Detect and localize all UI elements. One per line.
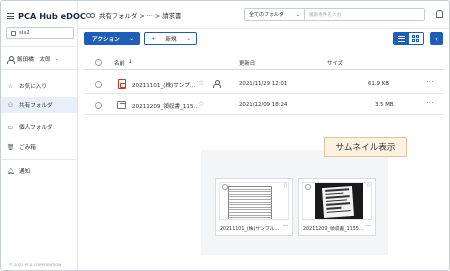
- card-checkbox[interactable]: [305, 184, 311, 190]
- thumbnail-card[interactable]: ☆ 20211101_(株)サンプル... ···: [215, 178, 293, 236]
- new-button[interactable]: + 新規 ⌄: [144, 32, 197, 45]
- file-updated: 2021/11/29 12:01: [239, 81, 288, 87]
- list-view-button[interactable]: [394, 33, 409, 44]
- image-file-icon: [117, 101, 126, 109]
- column-size[interactable]: サイズ: [327, 59, 343, 67]
- sidebar-item-notifications[interactable]: 🔔︎ 通知: [1, 163, 77, 179]
- trash-icon: 🗑︎: [6, 143, 15, 151]
- chevron-down-icon: ⌄: [129, 35, 134, 42]
- table-row[interactable]: 20211209_領収書_115... ☆ 2021/12/09 18:24 3…: [84, 96, 444, 115]
- pdf-file-icon: [118, 79, 126, 89]
- header: 共有フォルダ > ··· > 請求書 全てのフォルダ ⌄ 検索条件を入力: [78, 1, 449, 29]
- brand: PCA Hub eDOC: [7, 11, 86, 21]
- sort-arrow-icon[interactable]: ↓: [128, 59, 133, 65]
- chevron-down-icon: ⌄: [54, 56, 59, 62]
- new-button-label: 新規: [165, 36, 177, 43]
- receipt-photo: [315, 183, 363, 219]
- bell-icon: 🔔︎: [6, 167, 15, 175]
- action-button[interactable]: アクション ⌄: [84, 32, 140, 45]
- search-scope-label: 全てのフォルダ: [249, 12, 285, 18]
- favorite-star-icon[interactable]: ☆: [198, 79, 204, 87]
- notification-bell-icon[interactable]: [435, 10, 443, 18]
- tenant-icon: [11, 30, 16, 36]
- sidebar-item-label: 共有フォルダ: [19, 103, 53, 109]
- grid-view-icon: [412, 35, 420, 42]
- sidebar-item-label: お気に入り: [19, 84, 47, 90]
- card-file-name: 20211209_領収書_1155...: [303, 227, 364, 232]
- folder-icon: ▭: [7, 123, 14, 131]
- file-size: 3.5 MB: [375, 102, 394, 108]
- favorite-star-icon[interactable]: ☆: [366, 182, 371, 189]
- card-file-name: 20211101_(株)サンプル...: [220, 227, 279, 232]
- action-button-label: アクション: [92, 36, 120, 43]
- app-title: PCA Hub eDOC: [18, 11, 86, 21]
- grid-view-button[interactable]: [408, 33, 423, 44]
- column-name[interactable]: 名前: [114, 59, 125, 67]
- shared-folder-icon: ⚇: [7, 101, 14, 109]
- sidebar-divider: [1, 159, 77, 160]
- sidebar: PCA Hub eDOC sls2 飯田橋 太郎 ⌄ ☆ お気に入り ⚇ 共有フ…: [1, 1, 86, 270]
- sidebar-divider: [1, 46, 77, 47]
- file-name[interactable]: 20211209_領収書_115...: [132, 102, 199, 110]
- sidebar-item-label: ごみ箱: [19, 145, 36, 151]
- document-thumbnail: [219, 182, 289, 220]
- app-window: PCA Hub eDOC sls2 飯田橋 太郎 ⌄ ☆ お気に入り ⚇ 共有フ…: [0, 0, 450, 271]
- sidebar-item-shared-folder[interactable]: ⚇ 共有フォルダ: [1, 97, 77, 113]
- sidebar-divider: [1, 69, 77, 70]
- column-updated[interactable]: 更新日: [239, 59, 255, 67]
- receipt-paper: [321, 185, 355, 219]
- file-size: 61.9 KB: [368, 81, 389, 87]
- breadcrumb: 共有フォルダ > ··· > 請求書: [86, 11, 181, 20]
- view-toggle: [393, 32, 424, 45]
- file-name[interactable]: 20211101_(株)サンプ...: [132, 81, 195, 89]
- search-bar: 全てのフォルダ ⌄ 検索条件を入力: [244, 8, 425, 21]
- list-view-icon: [397, 35, 405, 42]
- chevron-left-icon: ‹: [435, 34, 438, 43]
- select-all-checkbox[interactable]: [95, 59, 102, 66]
- row-checkbox[interactable]: [95, 81, 102, 88]
- user-name: 飯田橋 太郎: [17, 57, 51, 63]
- row-checkbox[interactable]: [95, 102, 102, 109]
- favorite-star-icon[interactable]: ☆: [198, 100, 204, 108]
- user-menu[interactable]: 飯田橋 太郎 ⌄: [7, 55, 59, 64]
- thumbnail-view-label: サムネイル表示: [324, 137, 407, 157]
- tenant-name: sls2: [19, 30, 30, 36]
- receipt-thumbnail: [302, 182, 372, 220]
- document-preview-lines: [228, 186, 272, 219]
- breadcrumb-text[interactable]: 共有フォルダ > ··· > 請求書: [99, 11, 181, 20]
- copyright: © 2021 PCA CORPORATION: [9, 262, 62, 267]
- table-header: 名前 ↓ 更新日 サイズ: [84, 55, 444, 70]
- search-input[interactable]: 検索条件を入力: [305, 12, 341, 18]
- table-row[interactable]: 20211101_(株)サンプ... ☆ 2021/11/29 12:01 61…: [84, 75, 444, 94]
- star-icon: ☆: [7, 82, 14, 90]
- sidebar-item-trash[interactable]: 🗑︎ ごみ箱: [1, 139, 77, 155]
- sidebar-item-favorites[interactable]: ☆ お気に入り: [1, 78, 77, 94]
- search-scope-select[interactable]: 全てのフォルダ ⌄: [245, 9, 305, 20]
- user-icon: [7, 55, 15, 64]
- more-options-icon[interactable]: ···: [426, 78, 434, 86]
- tenant-selector[interactable]: sls2: [6, 27, 74, 39]
- chevron-down-icon: ⌄: [186, 35, 191, 42]
- file-updated: 2021/12/09 18:24: [239, 102, 288, 108]
- owner-icon: [213, 80, 221, 88]
- sidebar-item-label: 個人フォルダ: [19, 125, 53, 131]
- plus-icon: +: [151, 35, 156, 42]
- sidebar-item-personal-folder[interactable]: ▭ 個人フォルダ: [1, 119, 77, 135]
- more-options-icon[interactable]: ···: [426, 99, 434, 107]
- hamburger-menu-icon[interactable]: [7, 13, 14, 19]
- more-options-icon[interactable]: ···: [282, 223, 288, 230]
- favorite-star-icon[interactable]: ☆: [283, 182, 288, 189]
- card-checkbox[interactable]: [222, 184, 228, 190]
- thumbnail-card[interactable]: ☆ 20211209_領収書_1155... ···: [298, 178, 376, 236]
- chevron-down-icon: ⌄: [295, 11, 300, 18]
- collapse-panel-button[interactable]: ‹: [430, 32, 443, 45]
- sidebar-item-label: 通知: [19, 169, 31, 175]
- shared-folder-icon: [86, 12, 95, 19]
- more-options-icon[interactable]: ···: [365, 223, 371, 230]
